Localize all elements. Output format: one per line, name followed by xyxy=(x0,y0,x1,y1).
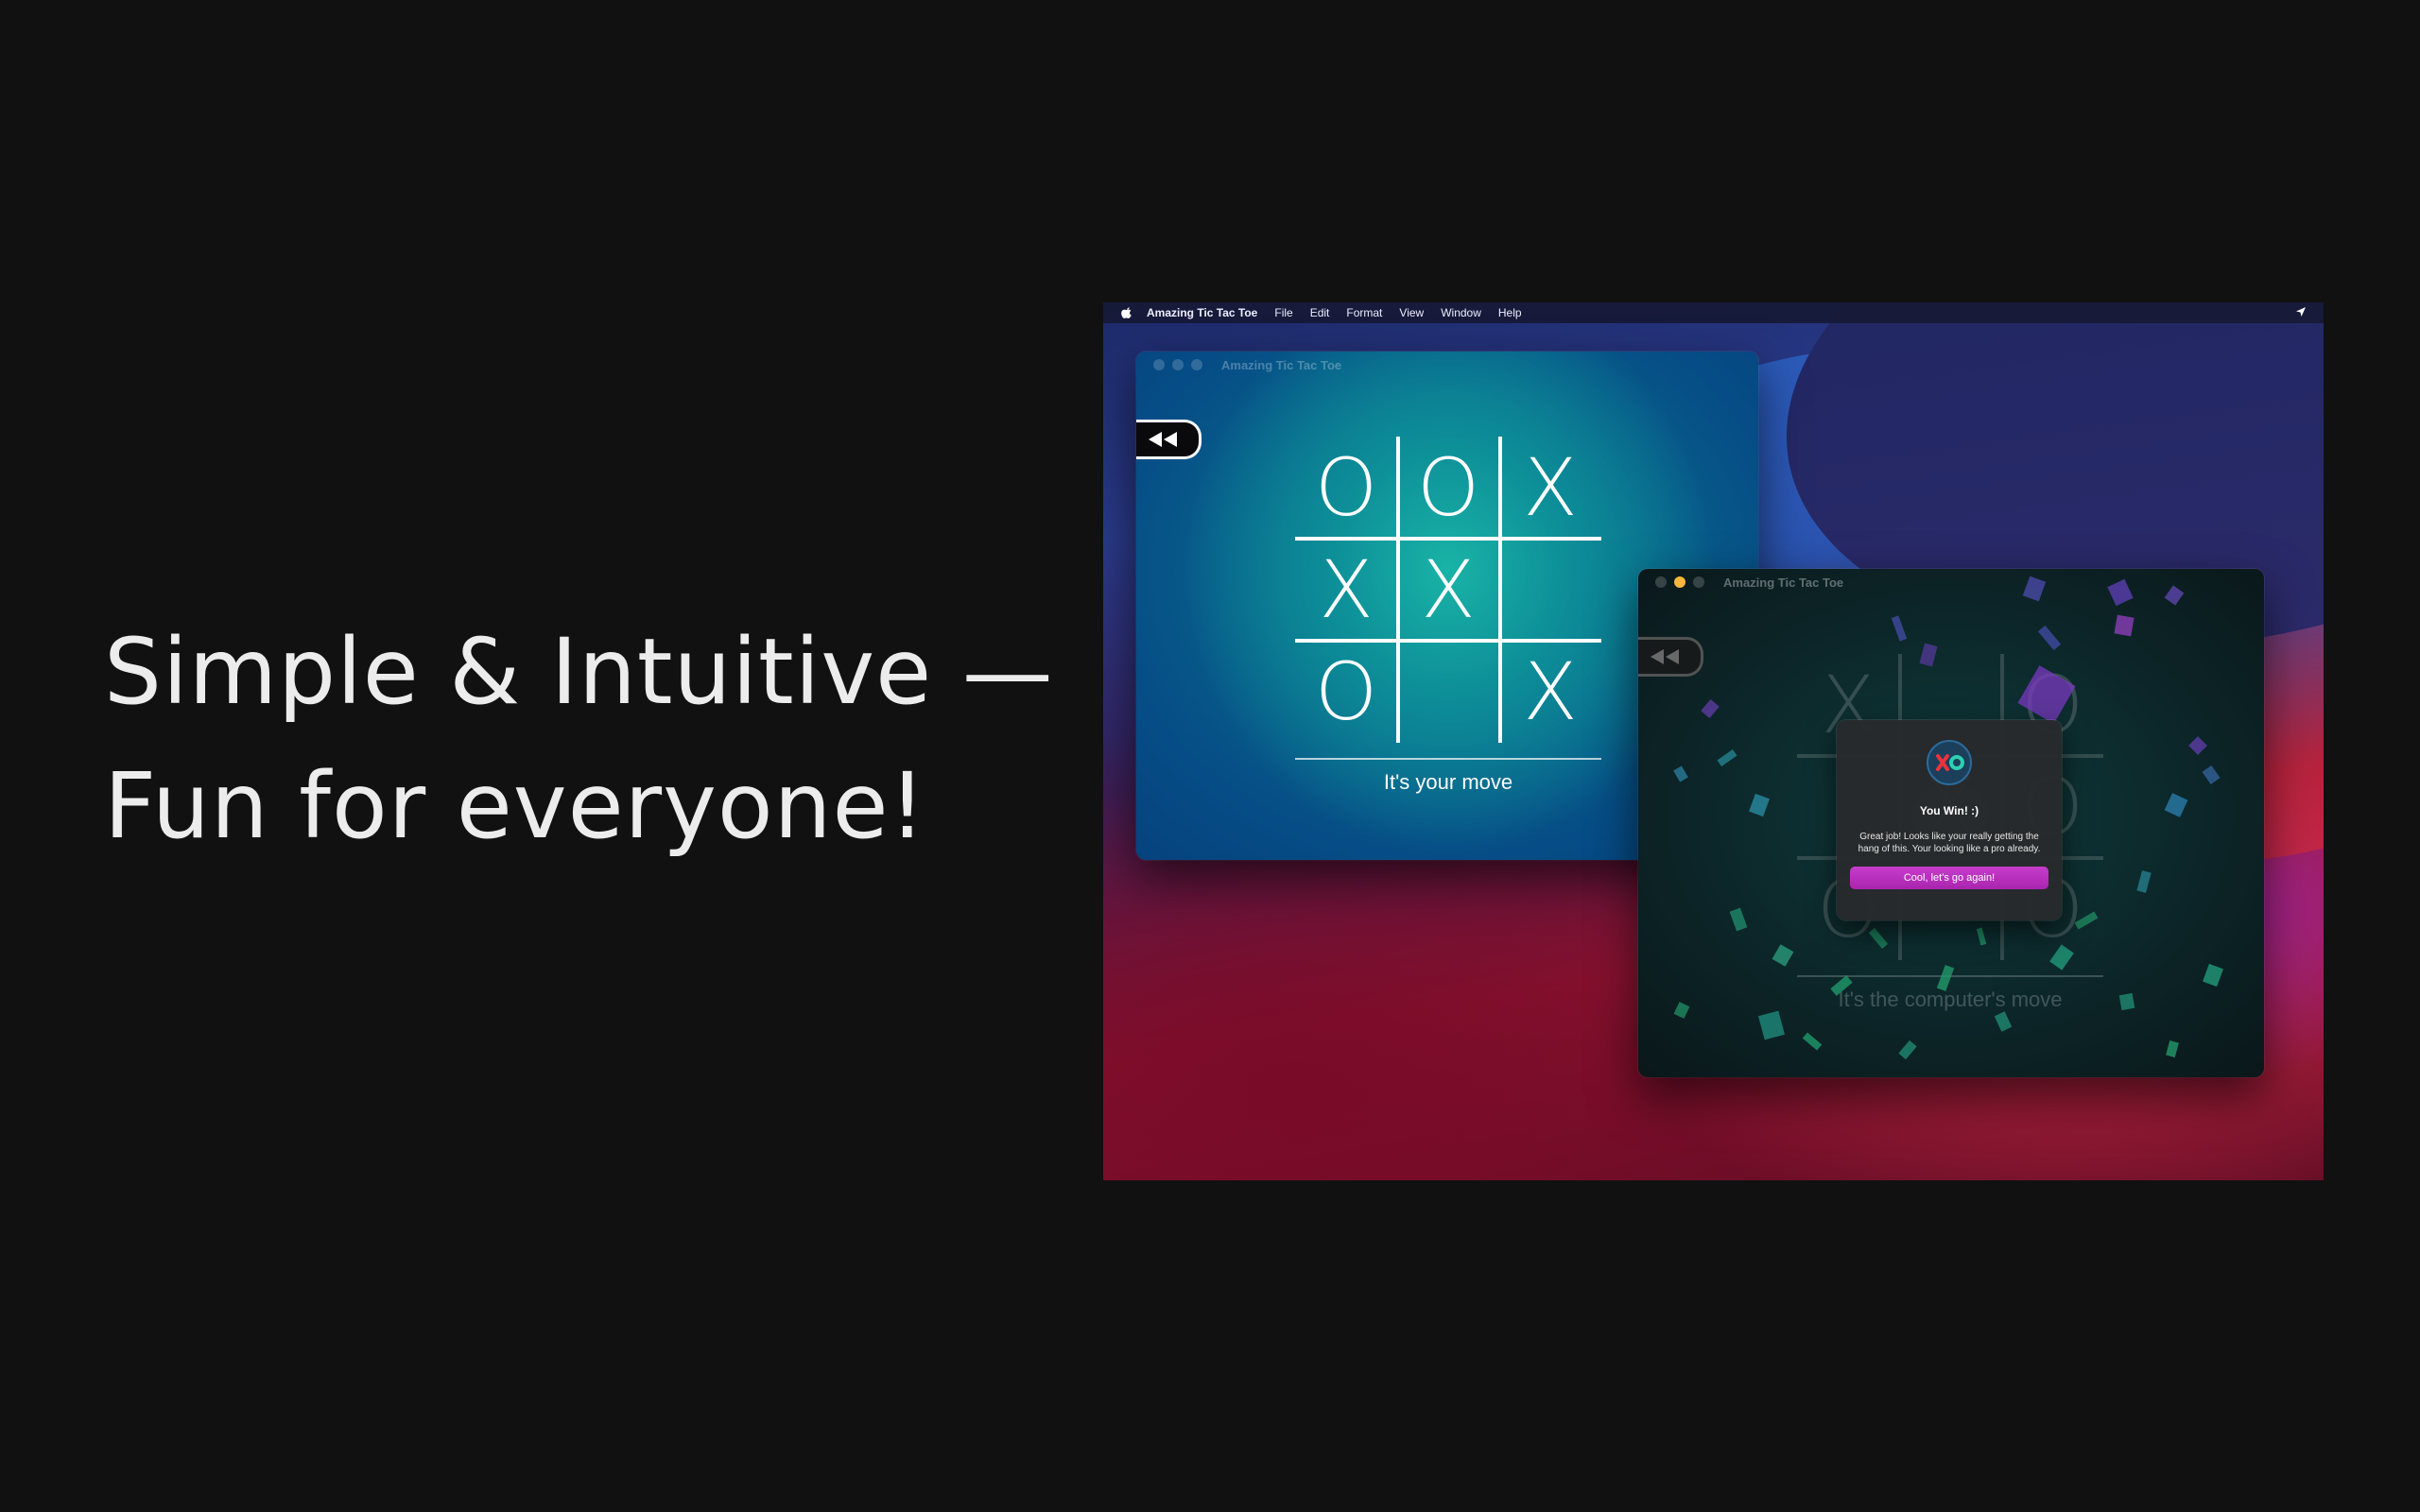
close-button[interactable] xyxy=(1153,359,1165,370)
board-cell[interactable] xyxy=(1397,641,1499,743)
window-titlebar[interactable]: Amazing Tic Tac Toe xyxy=(1136,352,1758,378)
menu-item-edit[interactable]: Edit xyxy=(1310,306,1330,319)
menu-item-file[interactable]: File xyxy=(1274,306,1292,319)
game-board: O O X X X O X xyxy=(1295,437,1601,743)
apple-icon[interactable] xyxy=(1120,306,1133,319)
menu-item-view[interactable]: View xyxy=(1399,306,1424,319)
desktop-screenshot: Amazing Tic Tac Toe File Edit Format Vie… xyxy=(1103,302,2324,1180)
menu-item-format[interactable]: Format xyxy=(1346,306,1382,319)
status-divider xyxy=(1295,758,1601,760)
game-window-win[interactable]: Amazing Tic Tac Toe X O X O O O It's the… xyxy=(1638,569,2264,1077)
headline-line-2: Fun for everyone! xyxy=(104,753,927,859)
back-button[interactable] xyxy=(1136,420,1201,459)
board-cell[interactable]: O xyxy=(1295,437,1397,539)
play-again-button[interactable]: Cool, let's go again! xyxy=(1850,867,2048,889)
dialog-title: You Win! :) xyxy=(1919,804,1979,817)
headline-line-1: Simple & Intuitive — xyxy=(104,619,1054,725)
location-arrow-icon[interactable] xyxy=(2295,306,2307,318)
board-cell[interactable]: X xyxy=(1499,641,1601,743)
app-logo-icon xyxy=(1927,740,1972,785)
board-cell[interactable]: O xyxy=(1295,641,1397,743)
menu-bar: Amazing Tic Tac Toe File Edit Format Vie… xyxy=(1103,302,2324,323)
board-cell[interactable]: X xyxy=(1295,539,1397,641)
zoom-button[interactable] xyxy=(1191,359,1202,370)
menu-item-window[interactable]: Window xyxy=(1441,306,1481,319)
window-title: Amazing Tic Tac Toe xyxy=(1221,357,1342,372)
board-cell[interactable]: O xyxy=(1397,437,1499,539)
menu-app-name[interactable]: Amazing Tic Tac Toe xyxy=(1147,306,1257,319)
dialog-message: Great job! Looks like your really gettin… xyxy=(1858,832,2041,854)
minimize-button[interactable] xyxy=(1172,359,1184,370)
headline: Simple & Intuitive — Fun for everyone! xyxy=(104,605,1054,873)
menu-item-help[interactable]: Help xyxy=(1498,306,1522,319)
window-controls xyxy=(1153,359,1202,370)
board-cell[interactable] xyxy=(1499,539,1601,641)
board-cell[interactable]: X xyxy=(1397,539,1499,641)
turn-status: It's your move xyxy=(1383,770,1513,794)
rewind-icon xyxy=(1149,432,1177,447)
win-dialog: You Win! :) Great job! Looks like your r… xyxy=(1837,720,2062,920)
board-cell[interactable]: X xyxy=(1499,437,1601,539)
